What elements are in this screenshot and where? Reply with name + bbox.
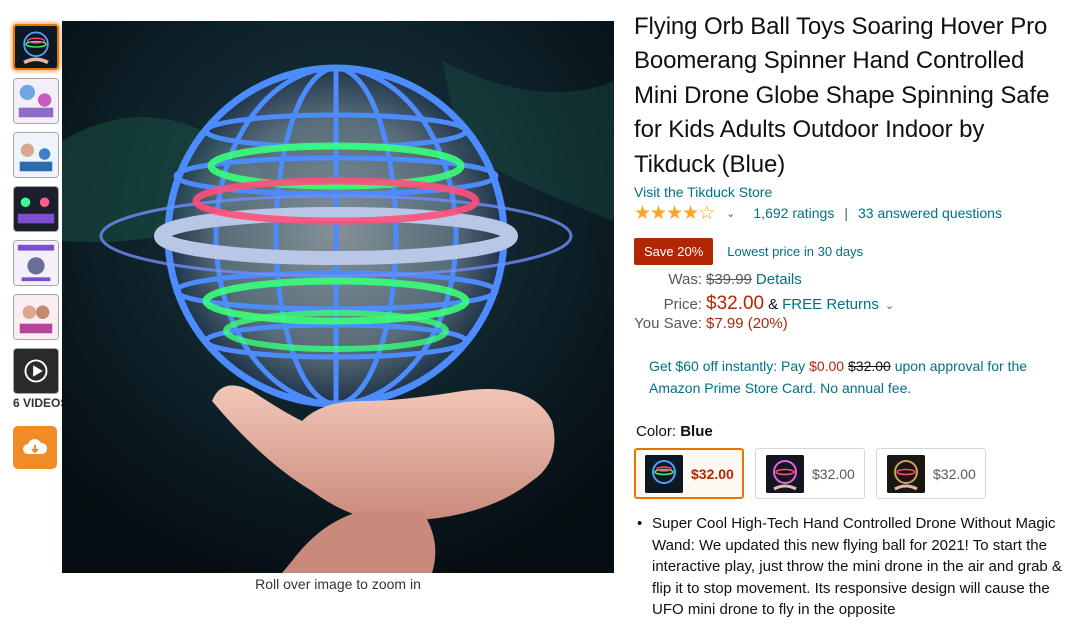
card-offer-new-price: $0.00 (809, 358, 845, 375)
product-details: Flying Orb Ball Toys Soaring Hover Pro B… (634, 10, 1064, 621)
thumbnail-6[interactable] (13, 294, 59, 340)
card-offer-prefix: Get $60 off instantly: Pay (649, 358, 810, 375)
flying-orb-image (62, 21, 614, 573)
lowest-price-note: Lowest price in 30 days (727, 244, 864, 260)
price-label: Price: (663, 296, 702, 314)
color-swatches: $32.00 $32.00 $32.00 (634, 448, 1064, 500)
divider: | (844, 205, 848, 222)
was-price: $39.99 (706, 271, 752, 289)
zoom-hint: Roll over image to zoom in (255, 576, 421, 592)
product-title: Flying Orb Ball Toys Soaring Hover Pro B… (634, 13, 1050, 178)
swatch-blue[interactable]: $32.00 (634, 448, 744, 500)
card-offer[interactable]: Get $60 off instantly: Pay $0.00 $32.00 … (649, 355, 1059, 399)
videos-count-label[interactable]: 6 VIDEOS (13, 396, 68, 410)
current-price: $32.00 (706, 293, 765, 315)
thumbnail-1[interactable] (13, 24, 59, 70)
feature-bullet: Super Cool High-Tech Hand Controlled Dro… (652, 513, 1064, 621)
color-label: Color: (636, 423, 677, 441)
upload-image-button[interactable] (13, 426, 57, 469)
swatch-image (645, 454, 683, 493)
thumbnail-video[interactable] (13, 348, 59, 394)
thumbnail-4[interactable] (13, 186, 59, 232)
star-rating-icon[interactable]: ★★★★☆ (634, 204, 715, 223)
swatch-image (887, 454, 925, 493)
save-badge: Save 20% (634, 238, 714, 266)
price-table: Was: $39.99 Details Price: $32.00 & FREE… (634, 271, 1064, 337)
deal-row: Save 20% Lowest price in 30 days (634, 238, 1064, 266)
feature-bullets: Super Cool High-Tech Hand Controlled Dro… (634, 513, 1064, 621)
store-link[interactable]: Visit the Tikduck Store (634, 184, 1064, 200)
rating-row: ★★★★☆ ⌄ 1,692 ratings | 33 answered ques… (634, 202, 1064, 224)
swatch-price: $32.00 (812, 465, 855, 482)
free-returns-link[interactable]: FREE Returns (782, 296, 879, 313)
ampersand: & (768, 296, 779, 314)
chevron-down-icon[interactable]: ⌄ (726, 207, 735, 220)
you-save-label: You Save: (634, 315, 702, 333)
swatch-3[interactable]: $32.00 (876, 448, 986, 500)
answered-questions-link[interactable]: 33 answered questions (858, 205, 1002, 221)
thumbnail-2[interactable] (13, 78, 59, 124)
color-selector-label: Color: Blue (636, 423, 1064, 440)
cloud-download-icon (23, 438, 48, 454)
swatch-image (766, 454, 804, 493)
thumbnail-5[interactable] (13, 240, 59, 286)
thumbnail-3[interactable] (13, 132, 59, 178)
selected-color: Blue (680, 423, 713, 441)
swatch-2[interactable]: $32.00 (755, 448, 865, 500)
main-product-image[interactable] (62, 21, 614, 573)
you-save-value: $7.99 (20%) (706, 315, 788, 333)
swatch-price: $32.00 (933, 465, 976, 482)
card-offer-old-price: $32.00 (848, 358, 891, 375)
ratings-link[interactable]: 1,692 ratings (753, 205, 834, 221)
details-link[interactable]: Details (756, 271, 802, 288)
chevron-down-icon[interactable]: ⌄ (885, 299, 894, 312)
swatch-price: $32.00 (691, 465, 734, 482)
was-label: Was: (668, 271, 702, 289)
